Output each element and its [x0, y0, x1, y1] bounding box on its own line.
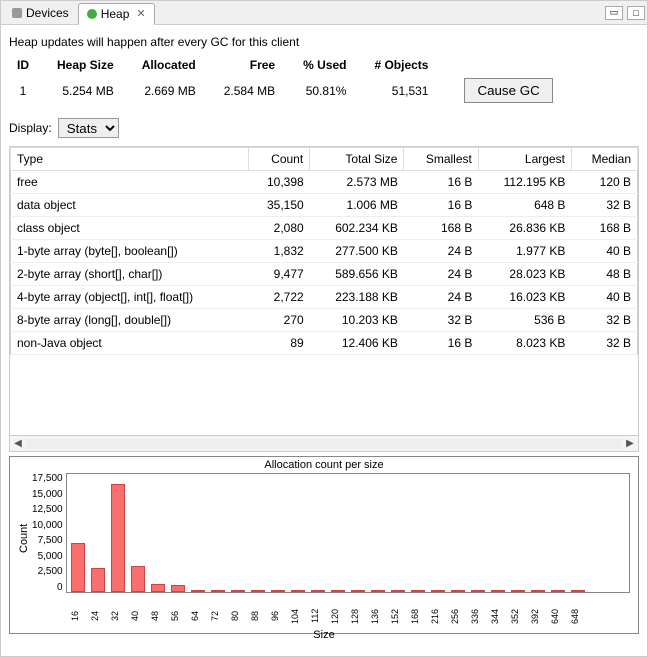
heap-summary-row: 1 5.254 MB 2.669 MB 2.584 MB 50.81% 51,5… [9, 75, 567, 106]
chart-bar [451, 590, 465, 592]
chart-bar [311, 590, 325, 592]
heap-summary-header: ID Heap Size Allocated Free % Used # Obj… [9, 55, 567, 75]
maximize-button[interactable]: □ [627, 6, 645, 20]
chart-bar [191, 590, 205, 592]
table-row[interactable]: non-Java object8912.406 KB16 B8.023 KB32… [11, 332, 638, 355]
chart-bar [291, 590, 305, 592]
table-row[interactable]: class object2,080602.234 KB168 B26.836 K… [11, 217, 638, 240]
chart-title: Allocation count per size [18, 459, 630, 471]
display-row: Display: Stats [9, 118, 639, 138]
chart-plot [66, 473, 630, 593]
chart-bar [71, 543, 85, 592]
tab-devices[interactable]: Devices [3, 2, 78, 24]
heap-icon [87, 9, 97, 19]
tab-label: Heap [101, 7, 130, 21]
tab-heap[interactable]: Heap ✕ [78, 3, 155, 25]
chart-bar [471, 590, 485, 592]
scroll-left-icon[interactable]: ◀ [10, 438, 26, 449]
chart-bar [371, 590, 385, 592]
minimize-button[interactable]: ▭ [605, 6, 623, 20]
display-select[interactable]: Stats [58, 118, 119, 138]
table-row[interactable]: 4-byte array (object[], int[], float[])2… [11, 286, 638, 309]
tab-bar: Devices Heap ✕ ▭ □ [1, 1, 647, 25]
chart-bar [231, 590, 245, 592]
window-buttons: ▭ □ [605, 6, 645, 20]
chart-bar [571, 590, 585, 592]
chart-bar [171, 585, 185, 592]
horizontal-scrollbar[interactable]: ◀ ▶ [9, 436, 639, 452]
content-pane: Heap updates will happen after every GC … [1, 25, 647, 644]
chart-bar [111, 484, 125, 592]
chart-xaxis: 1624324048566472808896104112120128136152… [70, 605, 630, 627]
info-text: Heap updates will happen after every GC … [9, 35, 639, 49]
heap-summary-table: ID Heap Size Allocated Free % Used # Obj… [9, 55, 567, 106]
scroll-right-icon[interactable]: ▶ [622, 438, 638, 449]
chart-bar [331, 590, 345, 592]
chart-bar [391, 590, 405, 592]
chart-bar [271, 590, 285, 592]
type-table-header: Type Count Total Size Smallest Largest M… [11, 148, 638, 171]
table-row[interactable]: 1-byte array (byte[], boolean[])1,832277… [11, 240, 638, 263]
chart-bar [211, 590, 225, 592]
chart-bar [431, 590, 445, 592]
chart-bar [131, 566, 145, 592]
chart-bar [151, 584, 165, 592]
chart-bar [411, 590, 425, 592]
close-icon[interactable]: ✕ [136, 7, 145, 20]
type-table: Type Count Total Size Smallest Largest M… [10, 147, 638, 355]
table-row[interactable]: 2-byte array (short[], char[])9,477589.6… [11, 263, 638, 286]
chart-bar [91, 568, 105, 592]
chart-bar [531, 590, 545, 592]
device-icon [12, 8, 22, 18]
chart-bars [71, 474, 625, 592]
table-row[interactable]: data object35,1501.006 MB16 B648 B32 B [11, 194, 638, 217]
chart-bar [351, 590, 365, 592]
table-row[interactable]: free10,3982.573 MB16 B112.195 KB120 B [11, 171, 638, 194]
chart-bar [491, 590, 505, 592]
chart-yaxis: 17,50015,00012,50010,0007,5005,0002,5000 [32, 473, 66, 593]
chart-bar [551, 590, 565, 592]
display-label: Display: [9, 121, 52, 135]
tab-label: Devices [26, 6, 69, 20]
cause-gc-button[interactable]: Cause GC [464, 78, 552, 103]
chart-ylabel: Count [18, 473, 30, 603]
type-table-container[interactable]: Type Count Total Size Smallest Largest M… [9, 146, 639, 436]
chart-bar [251, 590, 265, 592]
chart-container: Allocation count per size Count 17,50015… [9, 456, 639, 634]
chart-bar [511, 590, 525, 592]
scroll-track[interactable] [26, 439, 622, 449]
chart-xlabel: Size [18, 629, 630, 641]
table-row[interactable]: 8-byte array (long[], double[])27010.203… [11, 309, 638, 332]
